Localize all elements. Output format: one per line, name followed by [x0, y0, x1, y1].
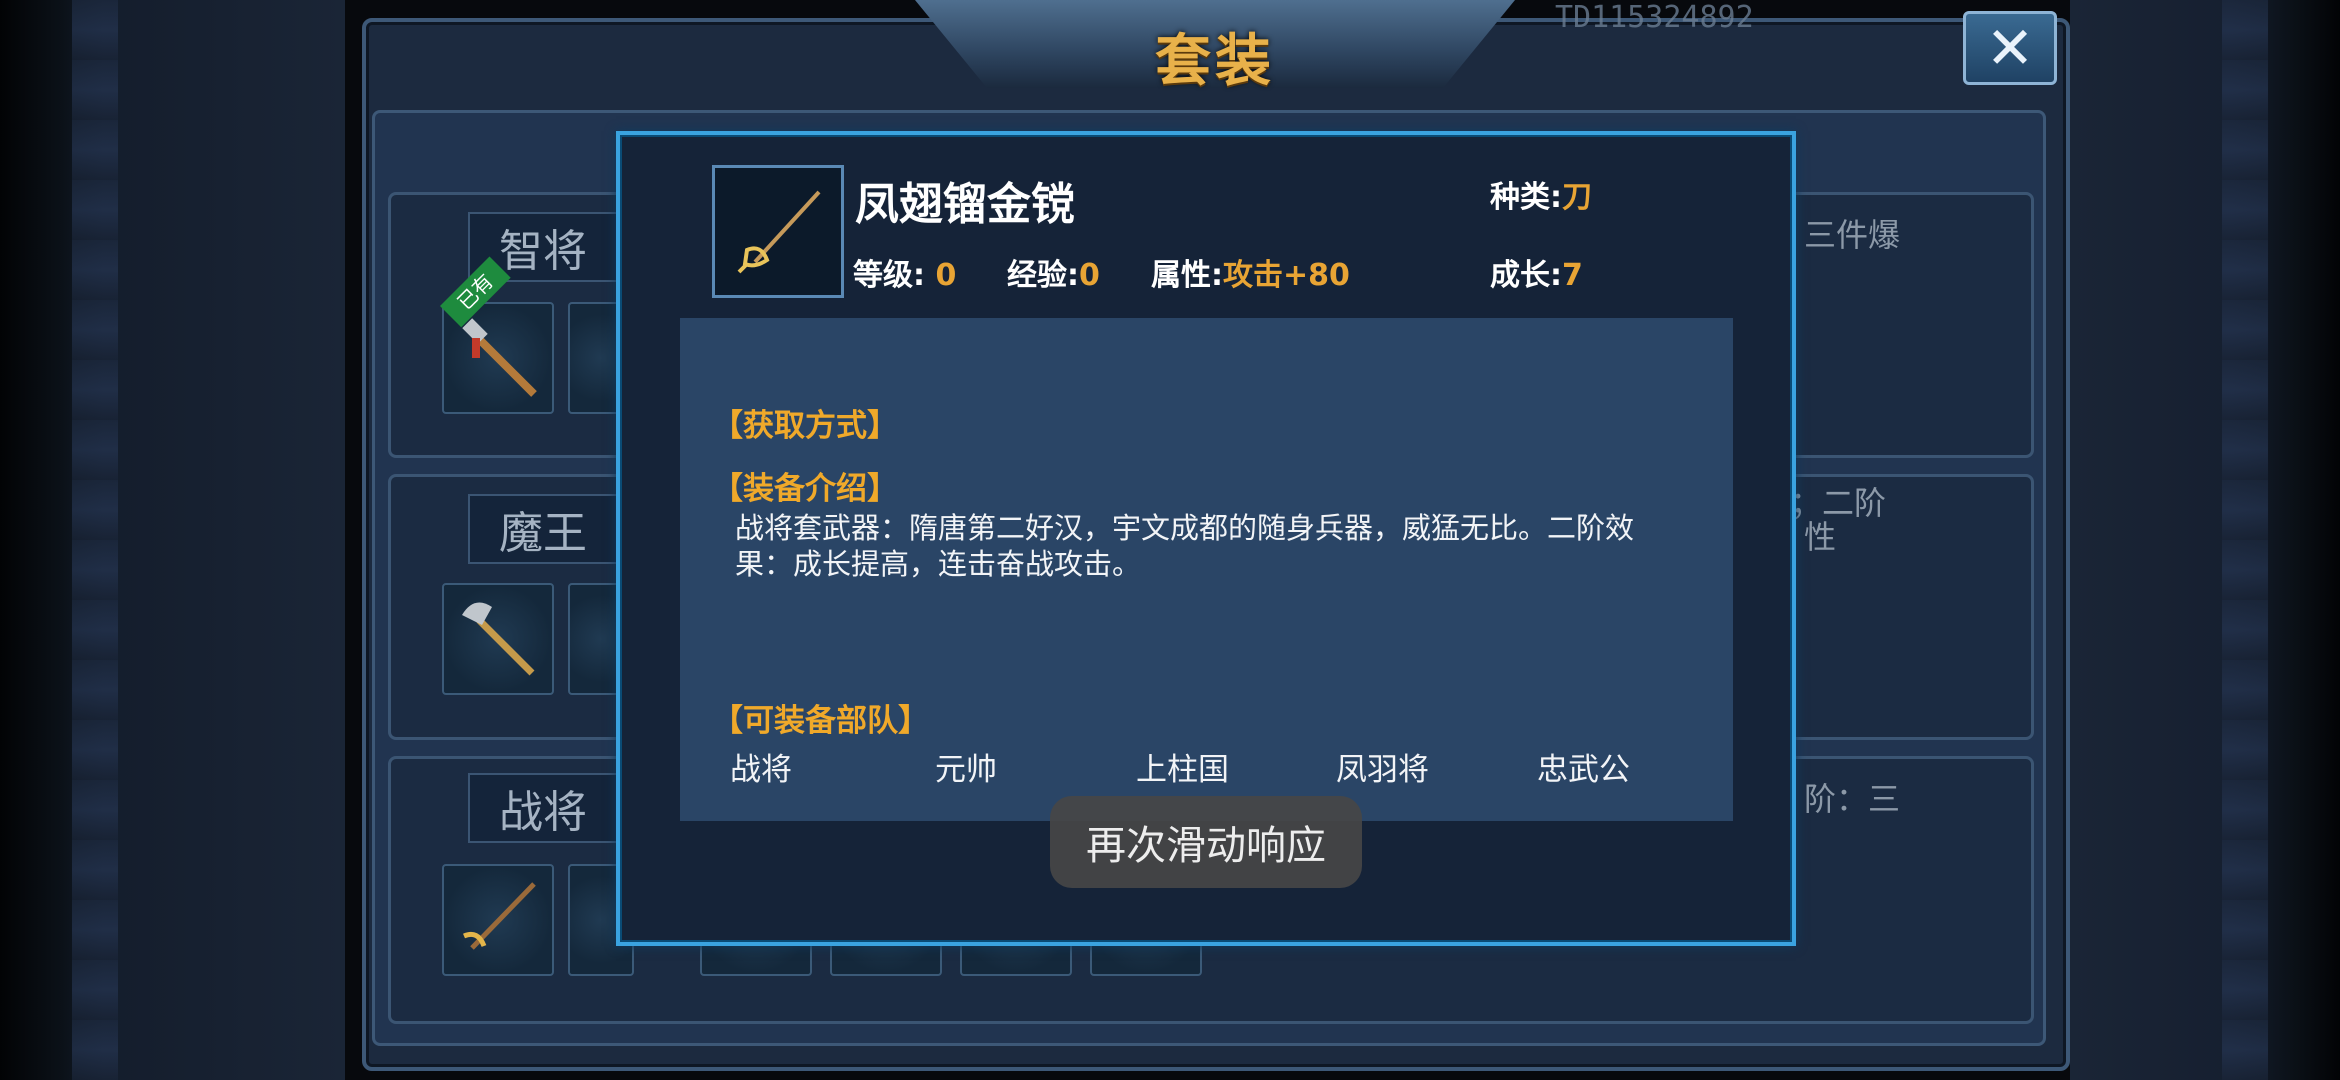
- troop-item: 元帅: [935, 752, 997, 788]
- close-icon: ✕: [1985, 14, 2035, 82]
- close-button[interactable]: ✕: [1963, 11, 2057, 85]
- set-name: 战将: [468, 773, 618, 843]
- set-item-slot[interactable]: [442, 864, 554, 976]
- attr-value: 攻击+80: [1223, 258, 1350, 293]
- growth-label: 成长:: [1490, 258, 1562, 293]
- item-icon-frame: [712, 165, 844, 298]
- exp-value: 0: [1079, 258, 1100, 293]
- item-growth: 成长:7: [1490, 250, 1583, 294]
- set-item-slot[interactable]: [442, 583, 554, 695]
- set-name: 魔王: [468, 494, 618, 564]
- set-effect-text: 阶：三: [1804, 780, 1901, 818]
- item-level: 等级: 0: [853, 250, 956, 294]
- set-effect-text: 三件爆: [1804, 216, 1901, 254]
- level-label: 等级:: [853, 258, 925, 293]
- left-backdrop: [0, 0, 345, 1080]
- type-value: 刀: [1562, 180, 1592, 215]
- obtain-section-title: 【获取方式】: [712, 408, 898, 444]
- player-id-text: TD115324892: [1555, 0, 1754, 35]
- description-line: 战将套武器：隋唐第二好汉，宇文成都的随身兵器，威猛无比。二阶效: [735, 511, 1635, 545]
- growth-value: 7: [1562, 258, 1583, 293]
- item-type: 种类:刀: [1490, 172, 1592, 216]
- item-exp: 经验:0: [1007, 250, 1100, 294]
- window-title: 套装: [1155, 29, 1275, 94]
- left-decor-strip: [72, 0, 118, 1080]
- level-value: 0: [935, 258, 957, 293]
- spear-icon: [463, 882, 536, 950]
- right-backdrop: [2070, 0, 2340, 1080]
- item-attr: 属性:攻击+80: [1151, 250, 1350, 294]
- set-effect-text: 性: [1804, 518, 1837, 556]
- intro-section-title: 【装备介绍】: [712, 471, 898, 507]
- troops-section-title: 【可装备部队】: [712, 703, 929, 739]
- troop-item: 忠武公: [1537, 752, 1630, 788]
- attr-label: 属性:: [1151, 258, 1223, 293]
- right-decor-strip: [2222, 0, 2268, 1080]
- item-description: 战将套武器：隋唐第二好汉，宇文成都的随身兵器，威猛无比。二阶效 果：成长提高，连…: [735, 510, 1675, 582]
- type-label: 种类:: [1490, 180, 1562, 215]
- troop-item: 战将: [730, 752, 792, 788]
- system-toast: 再次滑动响应: [1050, 796, 1362, 888]
- exp-label: 经验:: [1007, 258, 1079, 293]
- troop-item: 凤羽将: [1336, 752, 1429, 788]
- troop-item: 上柱国: [1136, 752, 1229, 788]
- description-line: 果：成长提高，连击奋战攻击。: [735, 547, 1142, 581]
- halberd-icon: [462, 602, 535, 676]
- spear-icon: [737, 190, 821, 274]
- item-name: 凤翅镏金镋: [855, 179, 1075, 230]
